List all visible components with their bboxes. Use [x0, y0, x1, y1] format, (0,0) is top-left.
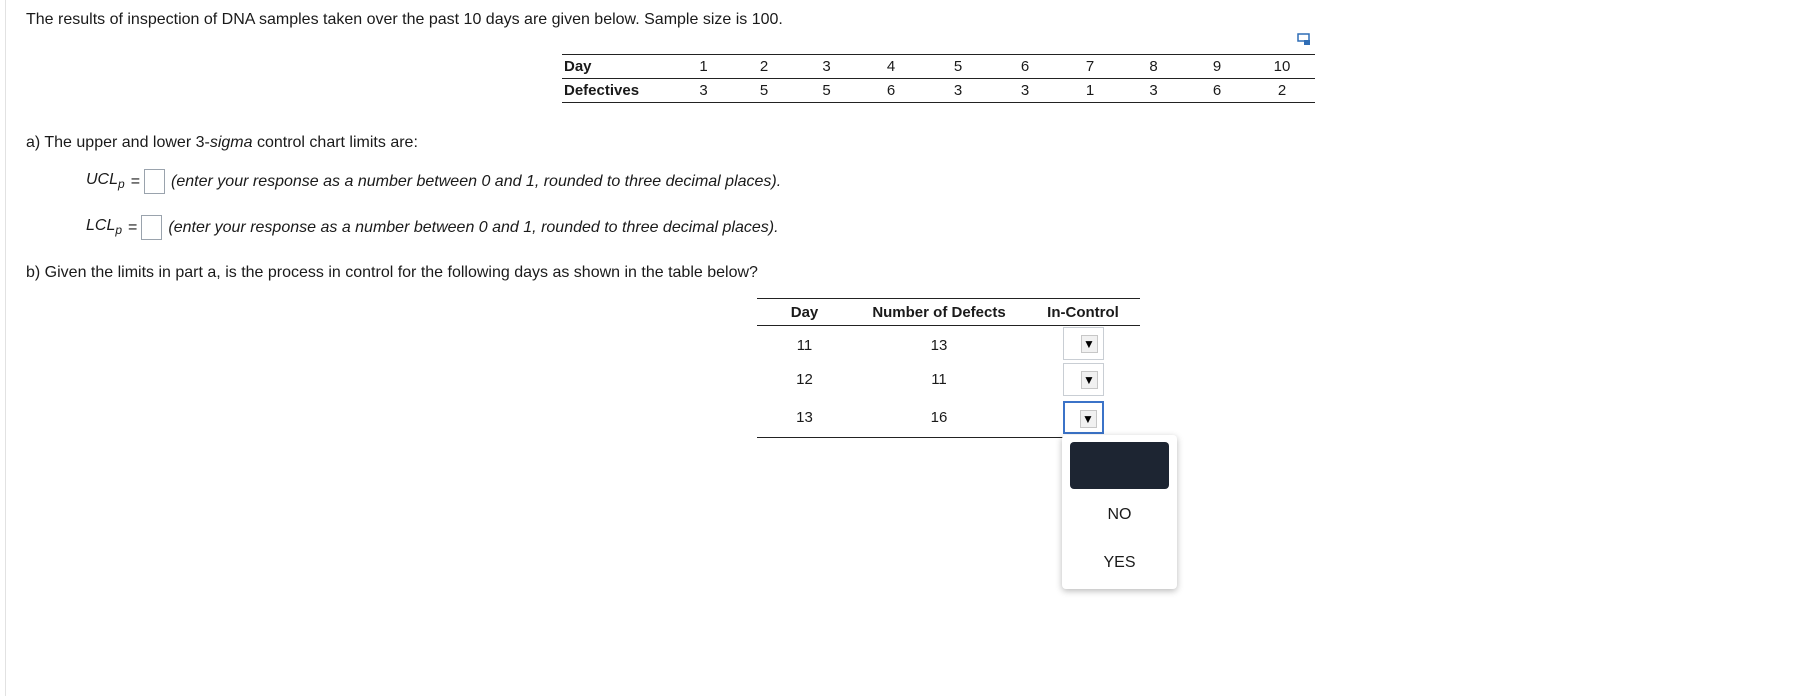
dropdown-menu: NO YES — [1062, 435, 1177, 589]
table-row: 13 16 ▼ — [757, 397, 1140, 438]
day-cell: 1 — [674, 54, 733, 79]
defectives-header: Defectives — [562, 78, 674, 103]
lcl-answer-input[interactable] — [141, 215, 163, 240]
defects-cell: 11 — [931, 371, 947, 388]
defects-cell: 16 — [852, 397, 1026, 438]
day-cell: 8 — [1122, 54, 1185, 79]
part-a-prompt-start: a) The upper and lower 3- — [26, 134, 210, 151]
ucl-label-sub: p — [118, 177, 125, 192]
day-cell: 3 — [795, 54, 858, 79]
part-a-prompt: a) The upper and lower 3-sigma control c… — [26, 134, 418, 152]
defects-column-header: Number of Defects — [852, 298, 1026, 326]
day-cell: 4 — [858, 54, 924, 79]
part-b-prompt: b) Given the limits in part a, is the pr… — [26, 264, 758, 281]
table-row: 11 13 ▼ — [757, 326, 1140, 362]
defectives-row: Defectives 3 5 5 6 3 3 1 3 6 2 — [562, 78, 1315, 103]
day-cell: 13 — [757, 397, 852, 438]
chevron-down-icon: ▼ — [1079, 409, 1097, 428]
lcl-equals: = — [128, 218, 138, 236]
lcl-label: LCLp — [86, 217, 122, 237]
defectives-cell: 3 — [924, 78, 992, 103]
day-cell: 12 — [796, 371, 813, 388]
chevron-down-icon: ▼ — [1080, 371, 1098, 389]
day-cell: 9 — [1185, 54, 1249, 79]
defects-cell: 13 — [930, 337, 948, 355]
in-control-dropdown[interactable]: ▼ — [1062, 363, 1104, 396]
dropdown-option-no[interactable]: NO — [1062, 506, 1177, 524]
chevron-down-icon: ▼ — [1080, 335, 1098, 354]
in-control-cell: ▼ — [1026, 326, 1140, 362]
lcl-label-main: LCL — [86, 217, 116, 235]
copy-table-icon[interactable] — [1297, 33, 1311, 46]
in-control-column-header: In-Control — [1026, 298, 1140, 326]
ucl-hint: (enter your response as a number between… — [171, 172, 782, 190]
ucl-equals: = — [130, 172, 141, 190]
defectives-table: Day 1 2 3 4 5 6 7 8 9 10 Defectives 3 5 … — [562, 54, 1315, 103]
in-control-table: Day Number of Defects In-Control 11 13 ▼… — [757, 298, 1140, 438]
lcl-hint: (enter your response as a number between… — [168, 218, 779, 236]
table-row: 12 11 ▼ — [757, 362, 1140, 398]
defectives-cell: 3 — [1122, 78, 1185, 103]
day-row: Day 1 2 3 4 5 6 7 8 9 10 — [562, 54, 1315, 79]
in-control-header-row: Day Number of Defects In-Control — [757, 298, 1140, 326]
dropdown-option-blank[interactable] — [1070, 442, 1169, 489]
defectives-cell: 6 — [858, 78, 924, 103]
defectives-cell: 5 — [795, 78, 858, 103]
problem-intro: The results of inspection of DNA samples… — [26, 11, 783, 28]
defectives-cell: 3 — [992, 78, 1058, 103]
ucl-label: UCLp — [86, 171, 125, 191]
lcl-line: LCLp = (enter your response as a number … — [86, 215, 779, 240]
in-control-cell: ▼ — [1026, 362, 1140, 398]
dropdown-option-yes[interactable]: YES — [1062, 554, 1177, 572]
day-cell: 2 — [733, 54, 795, 79]
left-border — [5, 0, 6, 696]
part-a-prompt-end: control chart limits are: — [252, 134, 418, 151]
sigma-word: sigma — [209, 134, 253, 151]
day-column-header: Day — [757, 298, 852, 326]
defectives-cell: 2 — [1249, 78, 1315, 103]
in-control-dropdown-open[interactable]: ▼ — [1062, 400, 1104, 434]
in-control-dropdown[interactable]: ▼ — [1062, 327, 1104, 361]
defectives-cell: 3 — [674, 78, 733, 103]
day-cell: 5 — [924, 54, 992, 79]
day-cell: 11 — [796, 337, 813, 355]
day-cell: 6 — [992, 54, 1058, 79]
ucl-line: UCLp = (enter your response as a number … — [86, 169, 781, 194]
defectives-cell: 6 — [1185, 78, 1249, 103]
day-header: Day — [562, 54, 674, 79]
lcl-label-sub: p — [115, 223, 123, 238]
day-cell: 7 — [1058, 54, 1122, 79]
ucl-answer-input[interactable] — [144, 169, 166, 194]
defectives-cell: 5 — [733, 78, 795, 103]
in-control-cell: ▼ — [1026, 397, 1140, 438]
defectives-cell: 1 — [1058, 78, 1122, 103]
day-cell: 10 — [1249, 54, 1315, 79]
ucl-label-main: UCL — [86, 171, 119, 189]
